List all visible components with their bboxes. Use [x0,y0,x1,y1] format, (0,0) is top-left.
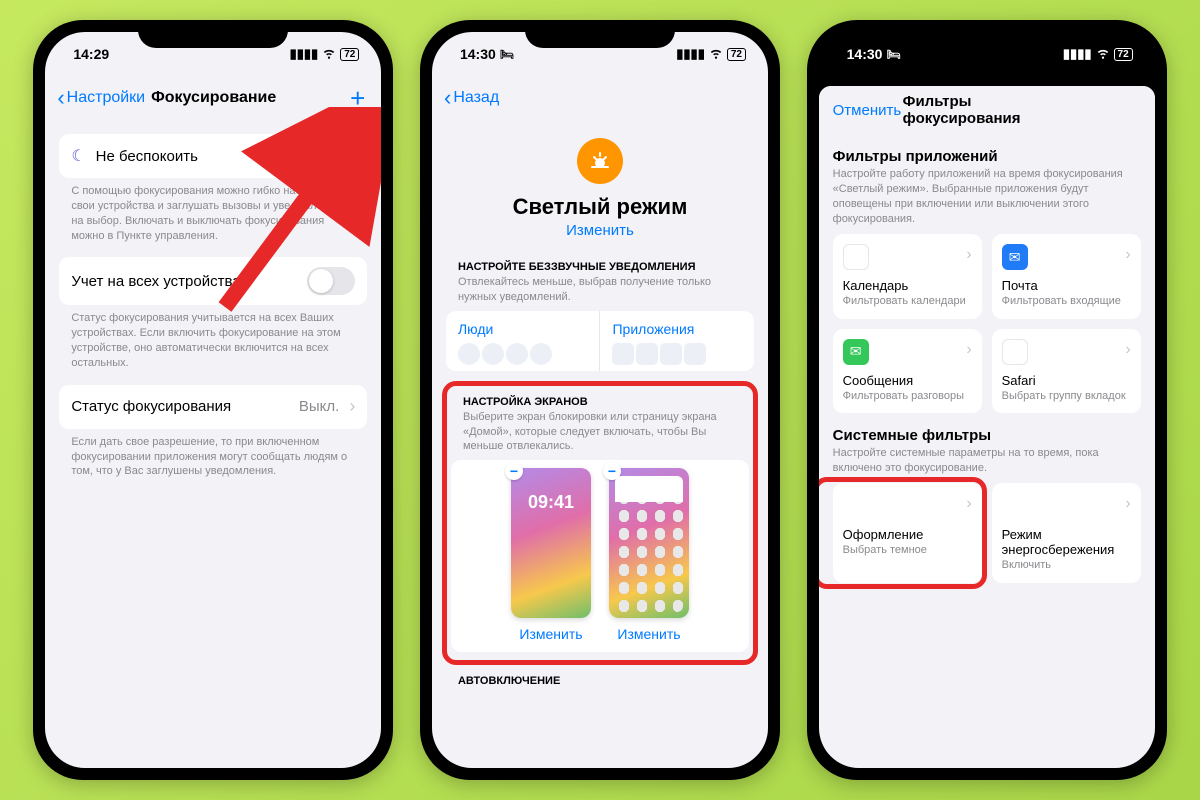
cancel-button[interactable]: Отменить [833,102,902,119]
sheet-nav: Отменить Фильтры фокусирования [819,86,1155,134]
system-filters-desc: Настройте системные параметры на то врем… [819,446,1155,484]
rename-button[interactable]: Изменить [432,222,768,239]
chevron-right-icon: › [1125,495,1130,513]
page-title: Фокусирование [151,89,276,107]
bed-icon: 🛏︎ [500,48,514,61]
silence-sub: Отвлекайтесь меньше, выбрав получение то… [446,273,754,311]
chevron-right-icon: › [1125,341,1130,359]
app-tiles [612,343,742,365]
wifi-icon [1096,46,1110,63]
filter-low-power[interactable]: ▭ › Режим энергосбережения Включить [992,483,1141,582]
notch [525,20,675,48]
remove-badge-icon[interactable]: − [505,462,523,480]
mail-icon: ✉ [1002,244,1028,270]
status-footer: Если дать свое разрешение, то при включе… [59,429,367,480]
battery-level: 72 [727,48,746,61]
chevron-right-icon: › [1125,246,1130,264]
home-screen-option[interactable]: − Изменить [609,468,689,642]
people-button[interactable]: Люди [446,311,600,371]
notch [138,20,288,48]
status-time: 14:30 [460,46,496,62]
status-time: 14:29 [73,46,109,62]
status-time: 14:30 [847,46,883,62]
messages-icon: ✉ [843,339,869,365]
filter-mail[interactable]: ✉ › Почта Фильтровать входящие [992,234,1141,318]
app-filters-header: Фильтры приложений [819,134,1155,167]
calendar-icon: ▦ [843,244,869,270]
annotation-highlight-screens: НАСТРОЙКА ЭКРАНОВ Выберите экран блокиро… [442,381,758,666]
filter-safari[interactable]: ◉ › Safari Выбрать группу вкладок [992,329,1141,413]
auto-header: АВТОВКЛЮЧЕНИЕ [446,665,754,687]
bed-icon: 🛏︎ [886,48,900,61]
chevron-right-icon: › [966,495,971,513]
battery-level: 72 [340,48,359,61]
nav-bar: ‹ Назад [432,76,768,120]
notch [912,20,1062,48]
people-avatars [458,343,588,365]
edit-homescreen-button[interactable]: Изменить [609,626,689,642]
screens-header: НАСТРОЙКА ЭКРАНОВ [451,390,749,408]
focus-name: Светлый режим [432,194,768,220]
phone-focus-settings: 14:29 ▮▮▮▮ 72 ‹ Настройки Фокусирование … [33,20,393,780]
wifi-icon [709,46,723,63]
sun-icon [577,138,623,184]
sheet-title: Фильтры фокусирования [903,93,1071,127]
filter-messages[interactable]: ✉ › Сообщения Фильтровать разговоры [833,329,982,413]
appearance-icon: ◐ [843,493,869,519]
focus-status-row[interactable]: Статус фокусирования Выкл. › [59,385,367,429]
chevron-right-icon: › [966,341,971,359]
phone-focus-detail: 14:30 🛏︎ ▮▮▮▮ 72 ‹ Назад [420,20,780,780]
battery-icon: ▭ [1002,493,1028,519]
remove-badge-icon[interactable]: − [603,462,621,480]
signal-icon: ▮▮▮▮ [1063,46,1092,62]
filter-appearance[interactable]: ◐ › Оформление Выбрать темное [833,483,982,582]
focus-hero: Светлый режим Изменить [432,120,768,247]
wifi-icon [322,46,336,63]
chevron-left-icon: ‹ [444,87,451,109]
signal-icon: ▮▮▮▮ [676,46,705,62]
edit-lockscreen-button[interactable]: Изменить [511,626,591,642]
safari-icon: ◉ [1002,339,1028,365]
filter-calendar[interactable]: ▦ › Календарь Фильтровать календари [833,234,982,318]
lock-screen-option[interactable]: − 09:41 Изменить [511,468,591,642]
chevron-right-icon: › [966,246,971,264]
lockscreen-time: 09:41 [511,492,591,513]
back-button[interactable]: ‹ Назад [444,87,499,109]
chevron-right-icon: › [349,396,355,417]
screens-sub: Выберите экран блокировки или страницу э… [451,408,749,461]
chevron-left-icon: ‹ [57,87,64,109]
annotation-arrow [185,107,381,327]
system-filters-header: Системные фильтры [819,413,1155,446]
battery-level: 72 [1114,48,1133,61]
apps-button[interactable]: Приложения [599,311,754,371]
app-filters-desc: Настройте работу приложений на время фок… [819,167,1155,234]
phone-focus-filters: 14:30 🛏︎ ▮▮▮▮ 72 Отменить Фильтры фокуси… [807,20,1167,780]
signal-icon: ▮▮▮▮ [290,46,319,62]
back-button[interactable]: ‹ Настройки [57,87,145,109]
silence-header: НАСТРОЙТЕ БЕЗЗВУЧНЫЕ УВЕДОМЛЕНИЯ [446,247,754,273]
moon-icon: ☾ [71,146,85,166]
